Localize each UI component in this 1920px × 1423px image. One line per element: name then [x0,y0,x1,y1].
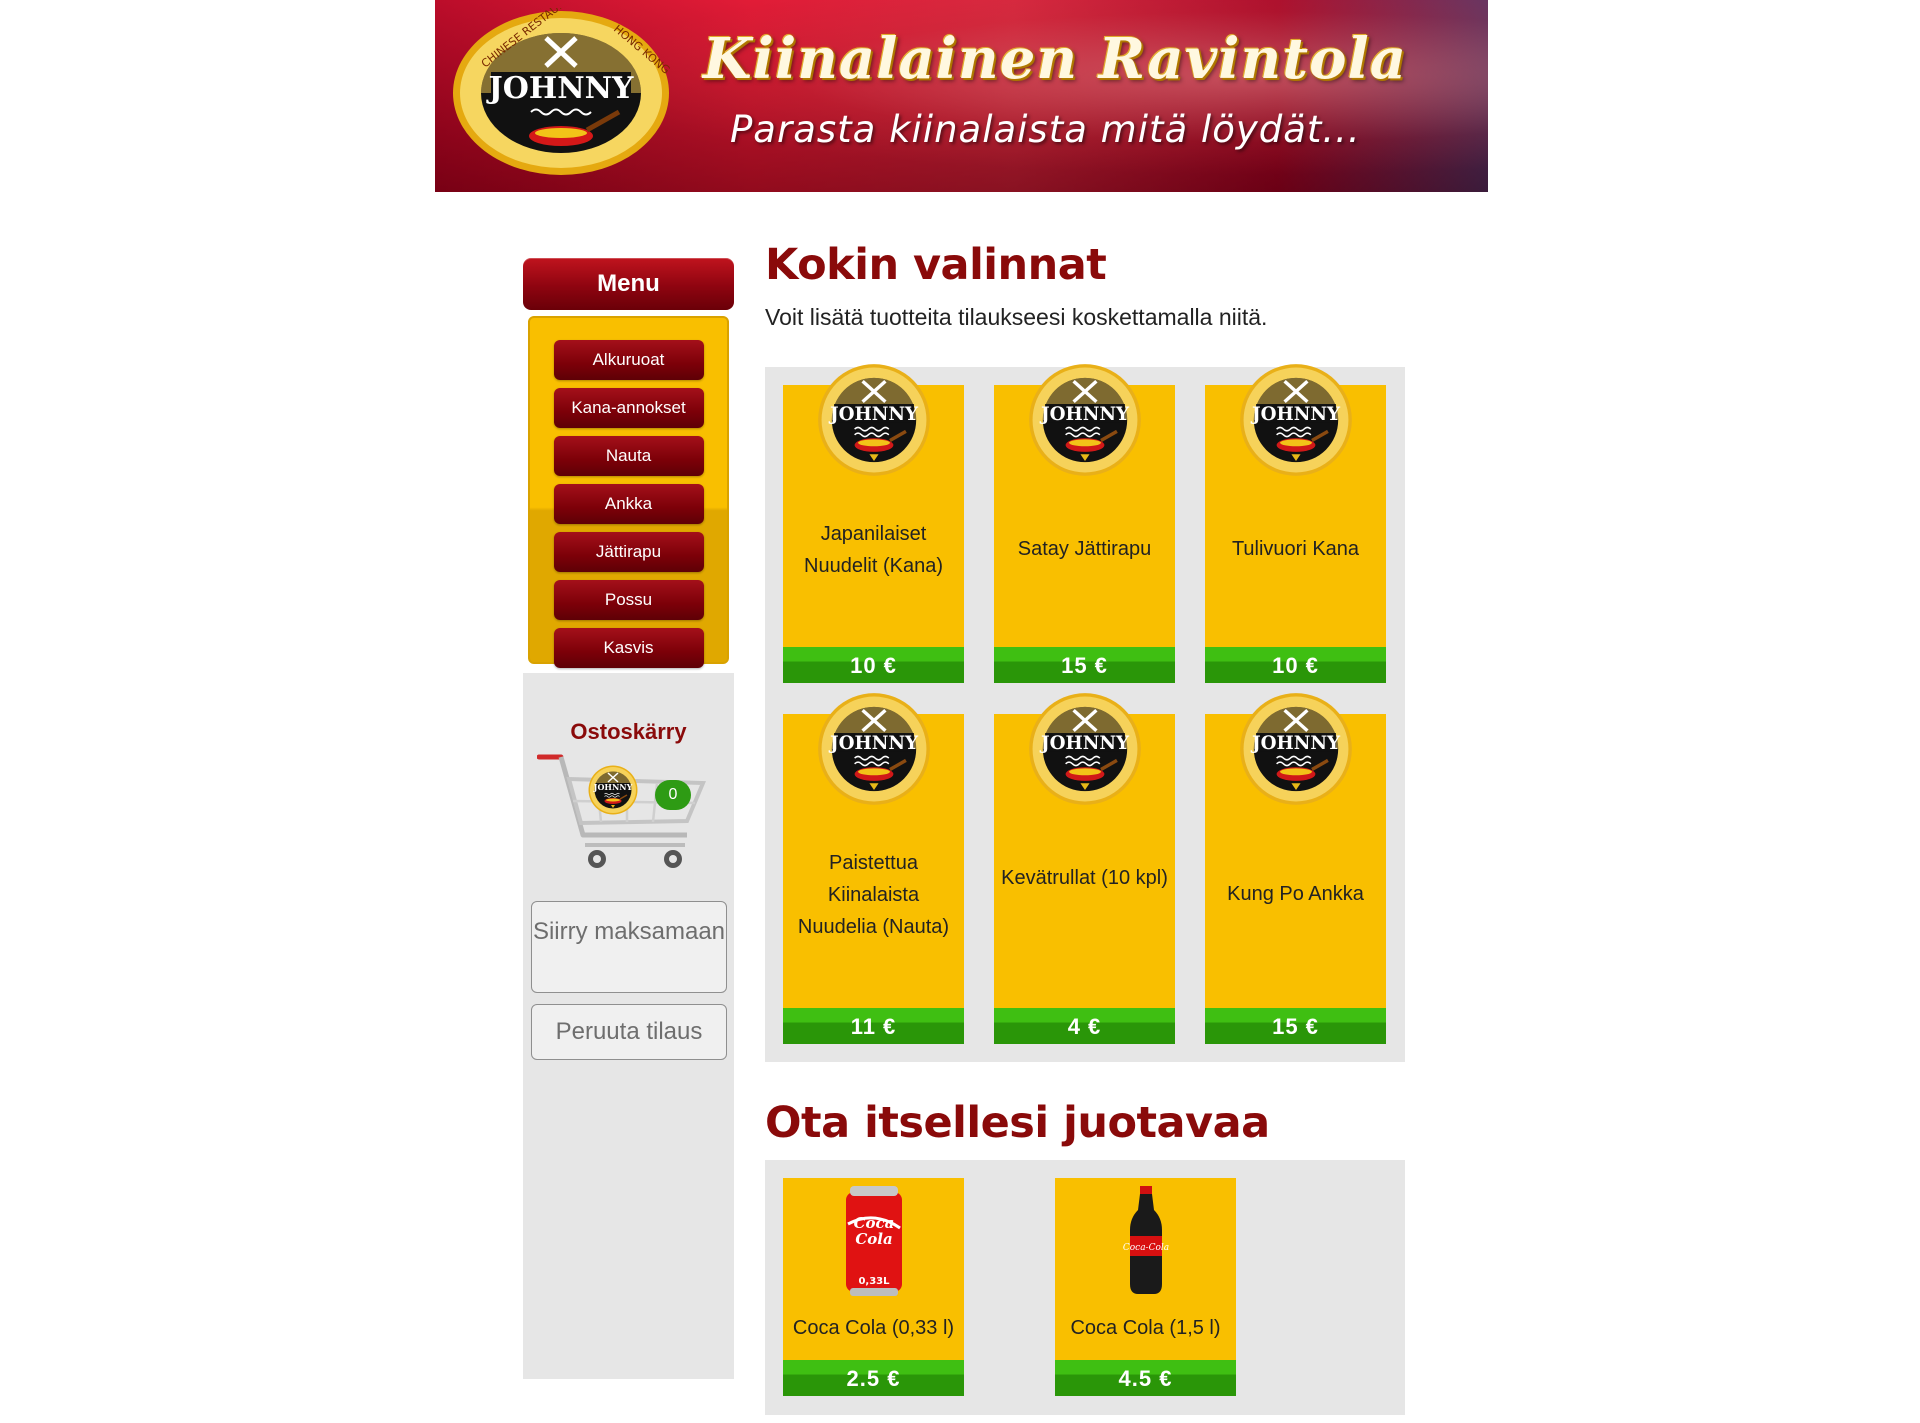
menu-item-kasvis[interactable]: Kasvis [553,628,704,668]
product-card[interactable]: Paistettua Kiinalaista Nuudelia (Nauta) … [783,692,964,1044]
product-price: 10 € [783,647,964,683]
chef-section-intro: Voit lisätä tuotteita tilaukseesi kosket… [765,304,1268,330]
cart-panel: Ostoskärry 0 Siirry maksamaan Peruuta ti… [523,673,734,1379]
drink-card[interactable]: Coca Cola 0,33L Coca Cola (0,33 l) 2.5 € [783,1178,964,1396]
restaurant-title: Kiinalainen Ravintola [703,26,1408,92]
product-name: Tulivuori Kana [1231,538,1360,560]
johnny-logo-icon [1028,363,1142,477]
product-card[interactable]: Japanilaiset Nuudelit (Kana) 10 € [783,363,964,683]
product-name: Japanilaiset Nuudelit (Kana) [804,523,943,577]
drinks-section-title: Ota itsellesi juotavaa [765,1098,1270,1148]
main-content: Kokin valinnat Voit lisätä tuotteita til… [765,240,1405,1415]
johnny-logo-icon [1239,363,1353,477]
cart-count-badge: 0 [655,780,691,810]
cancel-order-button[interactable]: Peruuta tilaus [531,1004,727,1060]
product-price: 11 € [783,1008,964,1044]
product-card[interactable]: Satay Jättirapu 15 € [994,363,1175,683]
svg-text:0,33L: 0,33L [858,1276,890,1287]
shopping-cart-icon[interactable] [537,747,707,872]
svg-text:Coca-Cola: Coca-Cola [1123,1243,1169,1253]
coca-cola-can-icon: Coca Cola 0,33L [846,1186,902,1296]
johnny-logo-icon [817,363,931,477]
drinks-grid: Coca Cola 0,33L Coca Cola (0,33 l) 2.5 €… [765,1160,1405,1415]
drink-card[interactable]: Coca-Cola Coca Cola (1,5 l) 4.5 € [1055,1178,1236,1396]
johnny-logo-icon [1239,692,1353,806]
product-name: Kevätrullat (10 kpl) [1001,867,1168,889]
product-card[interactable]: Tulivuori Kana 10 € [1205,363,1386,683]
cart-title: Ostoskärry [570,719,687,744]
product-name: Satay Jättirapu [1017,538,1152,560]
product-card[interactable]: Kung Po Ankka 15 € [1205,692,1386,1044]
product-price: 15 € [1205,1008,1386,1044]
restaurant-slogan: Parasta kiinalaista mitä löydät... [730,108,1361,151]
product-price: 2.5 € [783,1360,964,1396]
menu-item-jattirapu[interactable]: Jättirapu [553,532,704,572]
menu-item-possu[interactable]: Possu [553,580,704,620]
header-banner: JOHNNY CHINESE RESTAURANT HONG KONG Kiin… [435,0,1488,192]
product-price: 4.5 € [1055,1360,1236,1396]
sidebar: Menu Alkuruoat Kana-annokset Nauta Ankka… [523,258,734,1379]
johnny-logo-icon [817,692,931,806]
product-price: 4 € [994,1008,1175,1044]
menu-item-kana-annokset[interactable]: Kana-annokset [553,388,704,428]
coca-cola-bottle-icon: Coca-Cola [1123,1186,1169,1294]
chef-products-grid: Japanilaiset Nuudelit (Kana) 10 € Satay … [765,363,1405,1062]
menu-item-alkuruoat[interactable]: Alkuruoat [553,340,704,380]
menu-item-nauta[interactable]: Nauta [553,436,704,476]
product-name: Coca Cola (1,5 l) [1070,1317,1221,1339]
johnny-logo-icon [1028,692,1142,806]
category-menu: Alkuruoat Kana-annokset Nauta Ankka Jätt… [528,316,729,668]
menu-header: Menu [523,258,734,310]
menu-item-ankka[interactable]: Ankka [553,484,704,524]
logo-text: JOHNNY [486,71,635,106]
chef-section-title: Kokin valinnat [765,240,1107,290]
product-card[interactable]: Kevätrullat (10 kpl) 4 € [994,692,1175,1044]
product-name: Paistettua Kiinalaista Nuudelia (Nauta) [797,852,950,938]
svg-text:Cola: Cola [855,1230,892,1248]
product-price: 15 € [994,647,1175,683]
checkout-button[interactable]: Siirry maksamaan [531,901,727,993]
product-price: 10 € [1205,647,1386,683]
product-name: Kung Po Ankka [1227,883,1364,905]
product-name: Coca Cola (0,33 l) [792,1317,955,1339]
johnny-logo-icon: JOHNNY CHINESE RESTAURANT HONG KONG [453,8,672,175]
